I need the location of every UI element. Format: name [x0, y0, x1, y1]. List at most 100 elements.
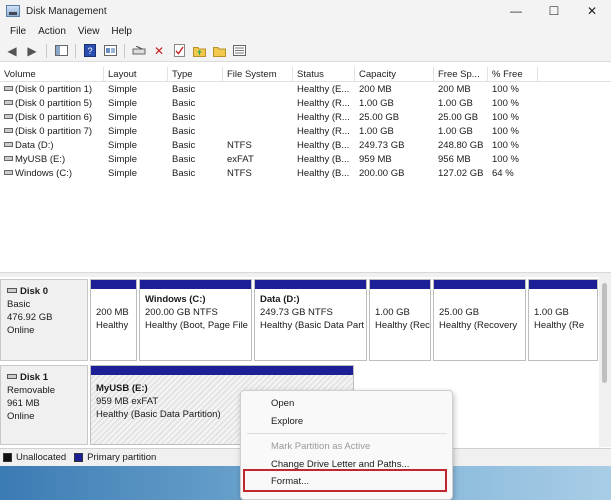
column-header-type[interactable]: Type	[168, 67, 223, 82]
cell-capacity: 200 MB	[359, 84, 392, 95]
cell-type: Basic	[172, 154, 196, 165]
view-icon[interactable]	[230, 43, 248, 59]
cell-free-space: 248.80 GB	[438, 140, 484, 151]
toolbar-divider	[75, 43, 76, 58]
table-row[interactable]: Windows (C:) Simple Basic NTFS Healthy (B...…	[0, 167, 611, 181]
column-header-status[interactable]: Status	[293, 67, 355, 82]
cell-layout: Simple	[108, 126, 138, 137]
menu-separator	[247, 433, 447, 434]
partition-disk0-7[interactable]: 1.00 GB Healthy (Re	[528, 279, 598, 361]
cell-type: Basic	[172, 126, 196, 137]
menu-view[interactable]: View	[72, 26, 106, 37]
volume-name: (Disk 0 partition 5)	[15, 98, 93, 109]
partition-context-menu: Open Explore Mark Partition as Active Ch…	[240, 390, 453, 500]
column-header-layout[interactable]: Layout	[104, 67, 168, 82]
cell-status: Healthy (R...	[297, 112, 350, 123]
cell-percent-free: 100 %	[492, 154, 519, 165]
primary-partition-bar	[140, 280, 251, 289]
disk-management-app-icon	[6, 5, 20, 17]
table-row[interactable]: MyUSB (E:) Simple Basic exFAT Healthy (B... 9…	[0, 153, 611, 167]
minimize-button[interactable]: —	[497, 0, 535, 22]
delete-icon[interactable]: ✕	[150, 43, 168, 59]
volume-name: (Disk 0 partition 7)	[15, 126, 93, 137]
check-icon[interactable]	[170, 43, 188, 59]
table-row[interactable]: Data (D:) Simple Basic NTFS Healthy (B... 249…	[0, 139, 611, 153]
primary-partition-bar	[529, 280, 597, 289]
partition-data-d[interactable]: Data (D:) 249.73 GB NTFS Healthy (Basic Da…	[254, 279, 367, 361]
disk-name: Disk 1	[20, 372, 48, 383]
properties-icon[interactable]	[101, 43, 119, 59]
partition-disk0-5[interactable]: 1.00 GB Healthy (Rec	[369, 279, 431, 361]
table-row[interactable]: (Disk 0 partition 5) Simple Basic Healthy (…	[0, 97, 611, 111]
menu-item-format[interactable]: Format...	[271, 476, 309, 487]
connect-icon[interactable]	[130, 43, 148, 59]
back-arrow-icon[interactable]: ◀	[3, 43, 21, 59]
disk-kind: Removable	[7, 385, 56, 396]
cell-layout: Simple	[108, 84, 138, 95]
help-icon[interactable]: ?	[81, 43, 99, 59]
disk-1-info[interactable]: Disk 1 Removable 961 MB Online	[0, 365, 88, 445]
partition-windows-c[interactable]: Windows (C:) 200.00 GB NTFS Healthy (Boot,…	[139, 279, 252, 361]
cell-file-system	[223, 111, 293, 125]
cell-volume: (Disk 0 partition 1)	[0, 83, 104, 97]
disk-0-info[interactable]: Disk 0 Basic 476.92 GB Online	[0, 279, 88, 361]
scrollbar-thumb[interactable]	[602, 283, 607, 383]
cell-volume: (Disk 0 partition 7)	[0, 125, 104, 139]
forward-arrow-icon[interactable]: ▶	[23, 43, 41, 59]
cell-capacity: 959 MB	[359, 154, 392, 165]
close-button[interactable]: ✕	[573, 0, 611, 22]
menu-action[interactable]: Action	[32, 26, 72, 37]
cell-free-space: 1.00 GB	[438, 126, 473, 137]
disk-state: Online	[7, 325, 35, 336]
disk-kind: Basic	[7, 299, 31, 310]
cell-type: Basic	[172, 112, 196, 123]
cell-free-space: 1.00 GB	[438, 98, 473, 109]
title-bar: Disk Management — ☐ ✕	[0, 0, 611, 22]
cell-capacity: 25.00 GB	[359, 112, 400, 123]
folder-up-icon[interactable]	[190, 43, 208, 59]
cell-capacity: 1.00 GB	[359, 126, 394, 137]
partition-disk0-1[interactable]: 200 MB Healthy	[90, 279, 137, 361]
partition-disk0-6[interactable]: 25.00 GB Healthy (Recovery	[433, 279, 526, 361]
primary-partition-bar	[91, 280, 136, 289]
svg-text:?: ?	[87, 46, 92, 56]
cell-layout: Simple	[108, 140, 138, 151]
column-header-file-system[interactable]: File System	[223, 67, 293, 82]
column-header-volume[interactable]: Volume	[0, 67, 104, 82]
drive-icon	[4, 169, 13, 175]
cell-layout: Simple	[108, 168, 138, 179]
disk-state: Online	[7, 411, 35, 422]
window-title: Disk Management	[26, 5, 107, 17]
cell-file-system	[223, 83, 293, 97]
cell-percent-free: 100 %	[492, 112, 519, 123]
table-row[interactable]: (Disk 0 partition 7) Simple Basic Healthy (…	[0, 125, 611, 139]
table-row[interactable]: (Disk 0 partition 6) Simple Basic Healthy (…	[0, 111, 611, 125]
menu-help[interactable]: Help	[105, 26, 138, 37]
column-header-free-space[interactable]: Free Sp...	[434, 67, 488, 82]
disk-map-scrollbar[interactable]	[599, 277, 611, 447]
partition-status: Healthy (Basic Data Part	[260, 320, 365, 331]
primary-partition-bar	[370, 280, 430, 289]
volume-name: MyUSB (E:)	[15, 154, 66, 165]
legend-unallocated: Unallocated	[3, 452, 66, 463]
menu-file[interactable]: File	[4, 26, 32, 37]
cell-free-space: 200 MB	[438, 84, 471, 95]
cell-status: Healthy (R...	[297, 98, 350, 109]
disk-icon	[7, 373, 17, 379]
show-hide-tree-icon[interactable]	[52, 43, 70, 59]
menu-item-open[interactable]: Open	[271, 398, 294, 409]
partition-name: MyUSB (E:)	[96, 383, 148, 394]
cell-status: Healthy (B...	[297, 140, 350, 151]
drive-icon	[4, 141, 13, 147]
table-row[interactable]: (Disk 0 partition 1) Simple Basic Healthy (…	[0, 83, 611, 97]
menu-item-explore[interactable]: Explore	[271, 416, 303, 427]
cell-volume: Data (D:)	[0, 139, 104, 153]
column-header-percent-free[interactable]: % Free	[488, 67, 538, 82]
legend-primary-label: Primary partition	[87, 452, 157, 463]
column-header-capacity[interactable]: Capacity	[355, 67, 434, 82]
cell-volume: Windows (C:)	[0, 167, 104, 181]
volume-name: (Disk 0 partition 1)	[15, 84, 93, 95]
maximize-button[interactable]: ☐	[535, 0, 573, 22]
folder-icon[interactable]	[210, 43, 228, 59]
partition-name: Data (D:)	[260, 294, 300, 305]
